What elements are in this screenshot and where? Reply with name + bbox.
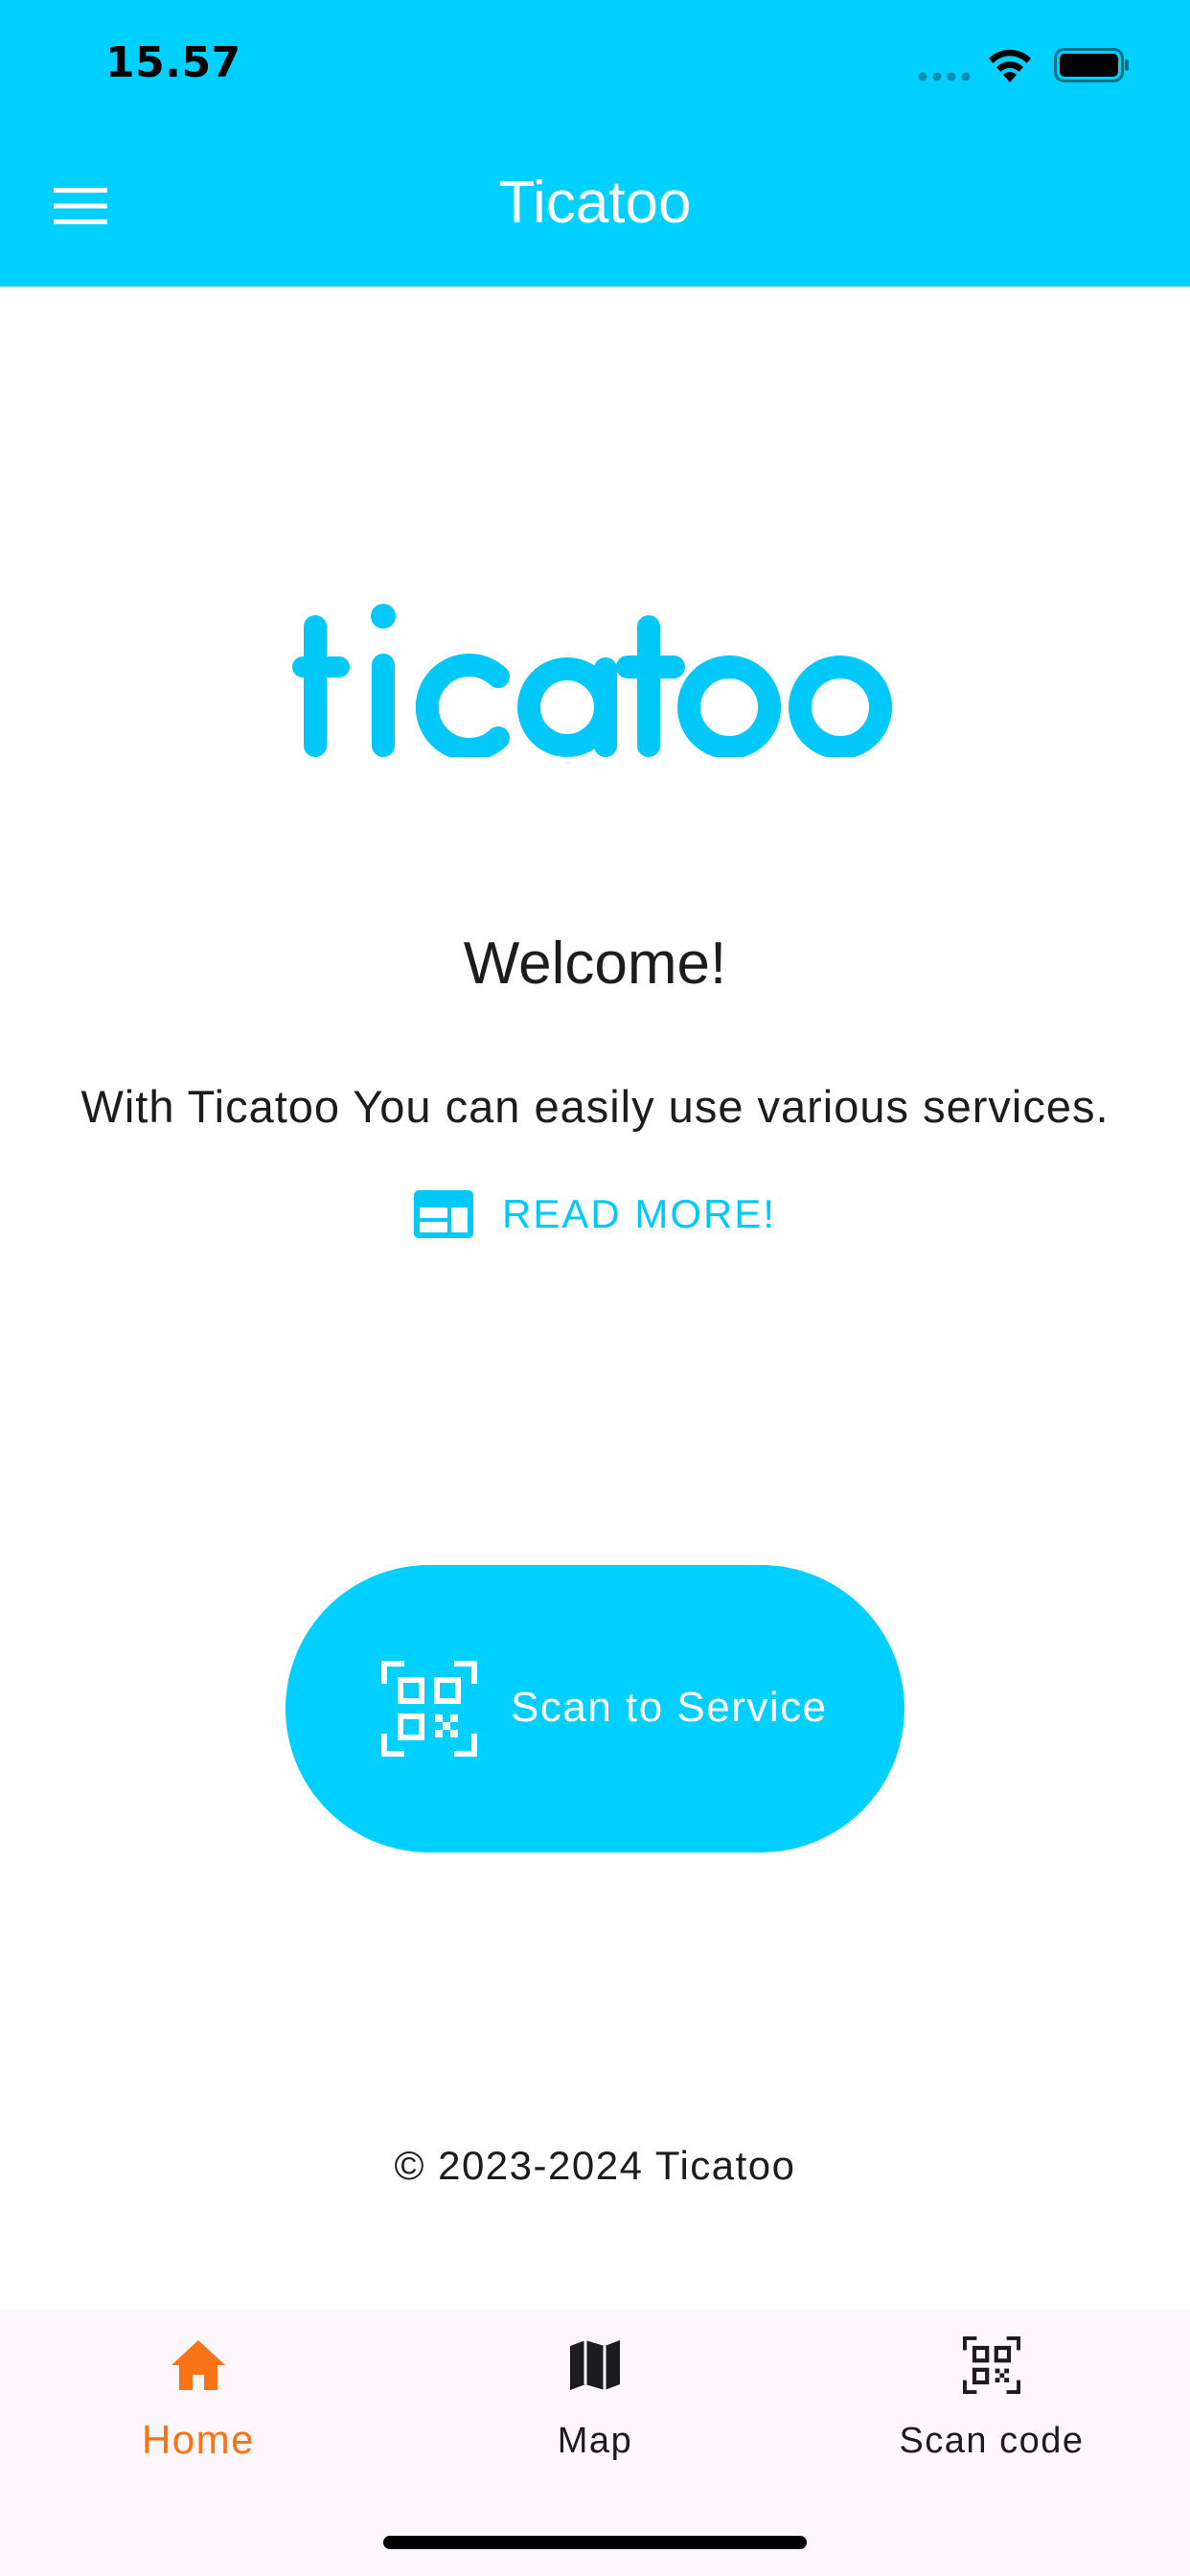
wifi-icon — [989, 49, 1031, 82]
cellular-signal-icon — [918, 72, 971, 81]
read-more-label: READ MORE! — [502, 1191, 777, 1236]
copyright-text: © 2023-2024 Ticatoo — [394, 2143, 796, 2188]
nav-label-scan-code: Scan code — [899, 2421, 1085, 2461]
qr-code-icon — [381, 1661, 477, 1757]
article-icon — [414, 1190, 473, 1238]
app-title: Ticatoo — [498, 170, 692, 236]
nav-item-scan-code[interactable]: Scan code — [793, 2336, 1190, 2499]
nav-item-map[interactable]: Map — [397, 2336, 793, 2499]
nav-item-home[interactable]: Home — [0, 2336, 397, 2499]
welcome-subtitle: With Ticatoo You can easily use various … — [80, 1081, 1110, 1132]
read-more-link[interactable]: READ MORE! — [414, 1181, 776, 1248]
home-icon — [172, 2340, 225, 2390]
battery-icon — [1054, 48, 1129, 82]
map-icon — [570, 2340, 620, 2390]
home-indicator[interactable] — [383, 2536, 807, 2549]
scan-to-service-button[interactable]: Scan to Service — [286, 1565, 904, 1852]
nav-label-map: Map — [557, 2421, 633, 2461]
ticatoo-logo — [292, 604, 892, 757]
scan-to-service-label: Scan to Service — [511, 1684, 828, 1731]
nav-label-home: Home — [141, 2417, 256, 2462]
top-app-bar: 15.57 Ticatoo — [0, 0, 1190, 287]
qr-code-icon — [963, 2336, 1020, 2394]
status-time: 15.57 — [105, 38, 241, 87]
welcome-heading: Welcome! — [463, 931, 727, 997]
